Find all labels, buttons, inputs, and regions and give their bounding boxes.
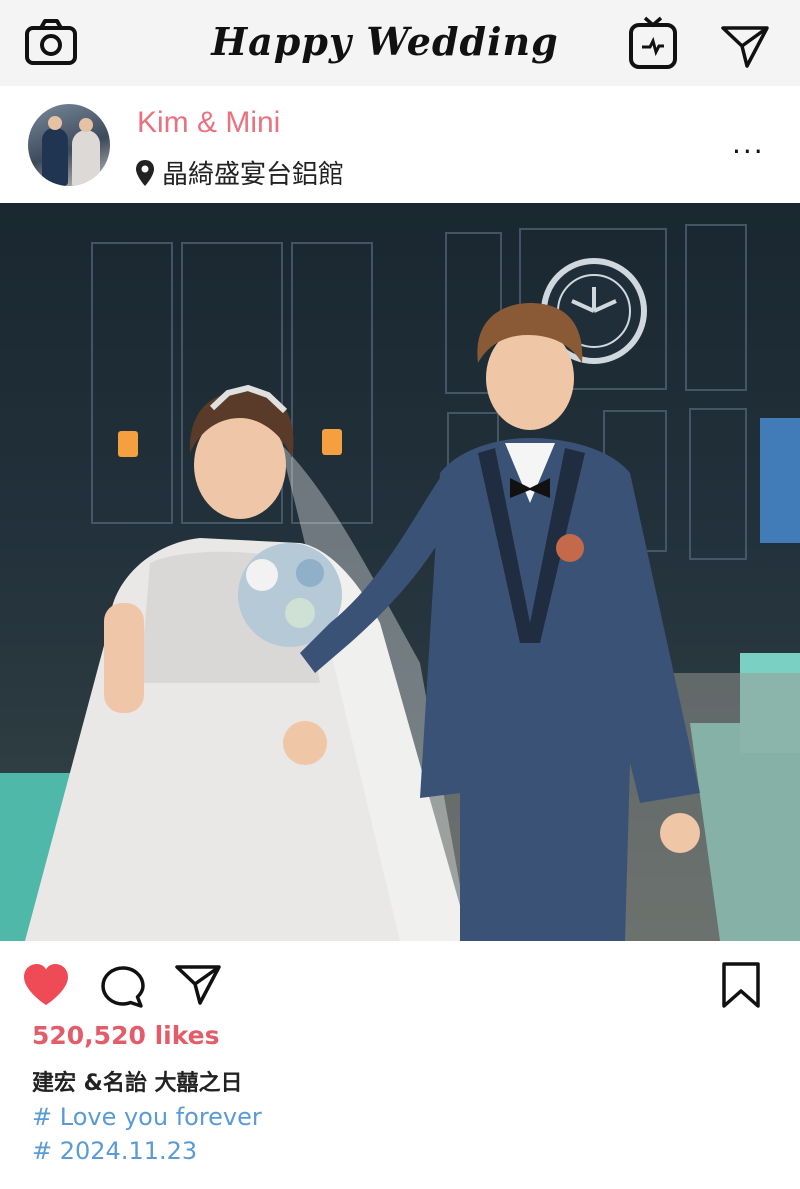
location-label: 晶綺盛宴台鋁館 xyxy=(162,160,345,190)
app-title: Happy Wedding xyxy=(211,19,559,64)
location-row[interactable]: 晶綺盛宴台鋁館 xyxy=(134,154,344,191)
tv-icon[interactable] xyxy=(628,14,678,70)
bookmark-icon[interactable] xyxy=(720,961,762,1009)
more-options-button[interactable]: ... xyxy=(732,130,765,158)
photo-illustration xyxy=(0,224,800,941)
username[interactable]: Kim & Mini xyxy=(137,106,280,140)
post-photo[interactable] xyxy=(0,203,800,941)
hashtag[interactable]: # Love you forever xyxy=(32,1103,262,1131)
location-pin-icon xyxy=(136,159,154,186)
paper-plane-icon[interactable] xyxy=(720,24,770,68)
caption: 建宏 &名詒 大囍之日 xyxy=(32,1071,243,1096)
avatar-bride xyxy=(72,130,100,186)
post-header: Kim & Mini 晶綺盛宴台鋁館 ... xyxy=(0,86,800,202)
avatar[interactable] xyxy=(28,104,110,186)
share-icon[interactable] xyxy=(174,963,222,1005)
avatar-groom-head xyxy=(48,116,62,130)
hashtag[interactable]: # 2024.11.23 xyxy=(32,1137,197,1165)
post-actions: 520,520 likes 建宏 &名詒 大囍之日 # Love you for… xyxy=(0,941,800,1189)
heart-icon[interactable] xyxy=(22,963,70,1007)
comment-icon[interactable] xyxy=(100,965,146,1009)
camera-icon[interactable] xyxy=(24,18,78,66)
avatar-bride-head xyxy=(79,118,93,132)
avatar-groom xyxy=(42,128,68,186)
likes-count[interactable]: 520,520 likes xyxy=(32,1021,220,1050)
top-bar: Happy Wedding xyxy=(0,0,800,86)
